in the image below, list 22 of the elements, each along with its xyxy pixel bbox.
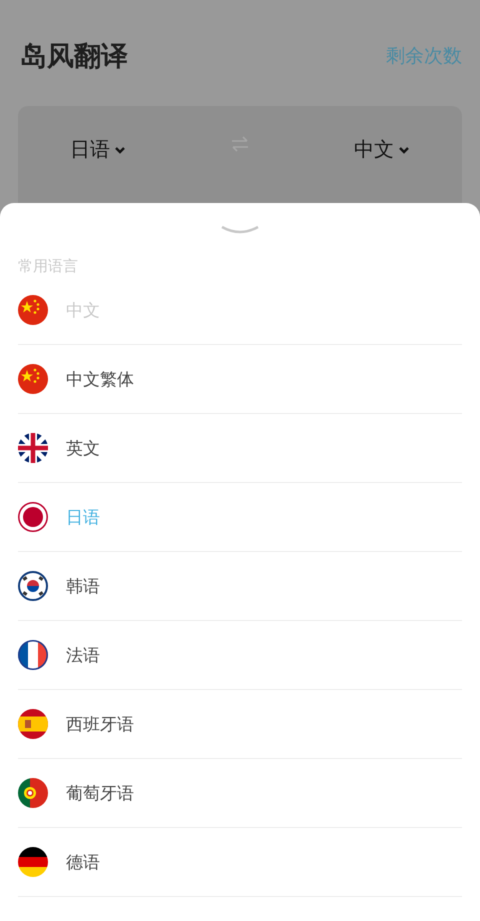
target-language-button[interactable]: 中文 — [354, 136, 410, 163]
collapse-chevron-icon[interactable] — [220, 225, 260, 235]
flag-icon — [18, 847, 48, 877]
source-language-button[interactable]: 日语 — [70, 136, 126, 163]
flag-icon — [18, 571, 48, 601]
flag-icon — [18, 778, 48, 808]
flag-icon — [18, 364, 48, 394]
language-option[interactable]: 中文繁体 — [66, 368, 134, 390]
language-option[interactable]: 英文 — [66, 436, 100, 460]
language-option[interactable]: 韩语 — [66, 574, 100, 598]
chevron-down-icon — [114, 144, 126, 154]
flag-icon — [18, 295, 48, 325]
chevron-down-icon — [398, 144, 410, 154]
app-title: 岛风翻译 — [20, 40, 128, 74]
language-option[interactable]: 德语 — [66, 850, 100, 874]
flag-icon — [18, 502, 48, 532]
language-option[interactable]: 葡萄牙语 — [66, 782, 134, 804]
language-option[interactable]: 法语 — [66, 644, 100, 666]
language-option[interactable]: 西班牙语 — [66, 712, 134, 736]
flag-icon — [18, 433, 48, 463]
flag-icon — [18, 640, 48, 670]
flag-icon — [18, 709, 48, 739]
